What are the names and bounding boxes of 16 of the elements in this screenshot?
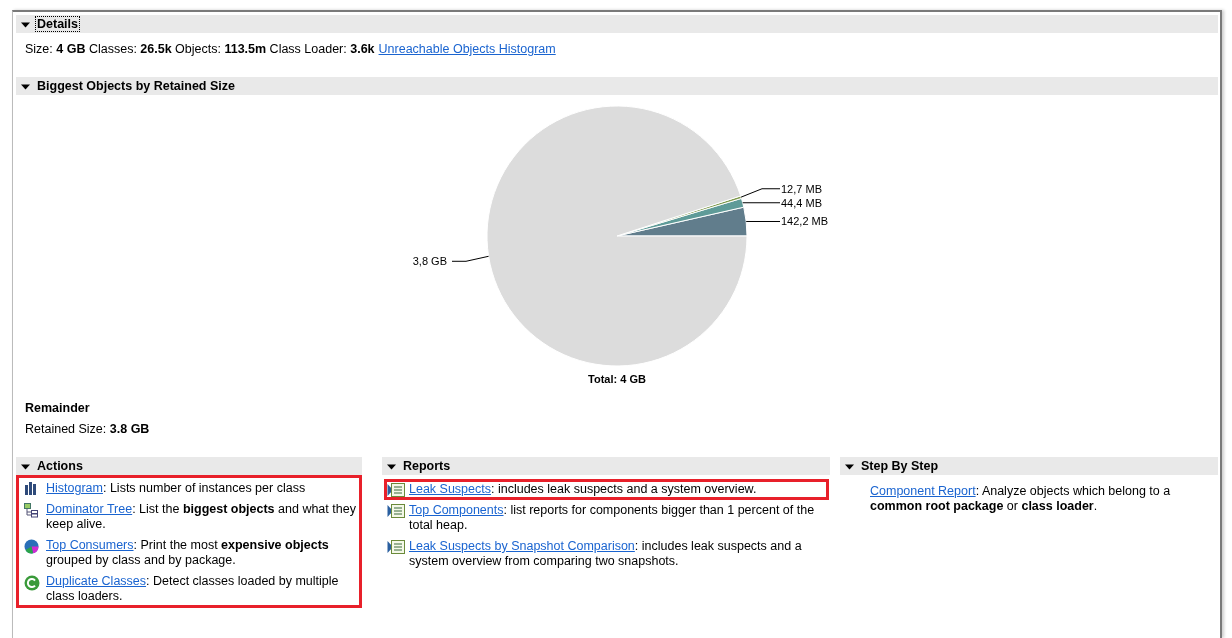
item-description: Dominator Tree: List the biggest objects and what they keep alive.: [46, 502, 356, 532]
remainder-title: Remainder: [25, 401, 91, 415]
item-description: Leak Suspects: includes leak suspects and a system overview.: [409, 482, 757, 497]
item-description: Histogram: Lists number of instances per class: [46, 481, 306, 496]
slice-label: 44,4 MB: [781, 196, 822, 209]
item-description: Duplicate Classes: Detect classes loaded by multiple class loaders.: [46, 574, 340, 604]
slice-label: 12,7 MB: [781, 182, 822, 195]
item-description: Top Components: list reports for components bigger than 1 percent of the total heap.: [409, 503, 816, 533]
item-description: Leak Suspects by Snapshot Comparison: includes leak suspects and a system overview from comparing two snapshots.: [409, 539, 803, 569]
item-description: Top Consumers: Print the most expensive objects grouped by class and by package.: [46, 538, 330, 568]
chart-title: Total: 4 GB: [588, 373, 646, 385]
details-summary: Size: 4 GB Classes: 26.5k Objects: 113.5m Class Loader: 3.6k Unreachable Objects Histogram: [24, 41, 557, 58]
item-description: Component Report: Analyze objects which belong to a common root package or class loader.: [870, 484, 1172, 514]
slice-label: 3,8 GB: [412, 255, 447, 268]
slice-label: 142,2 MB: [781, 215, 829, 228]
retained-size: Retained Size: 3.8 GB: [25, 422, 151, 436]
